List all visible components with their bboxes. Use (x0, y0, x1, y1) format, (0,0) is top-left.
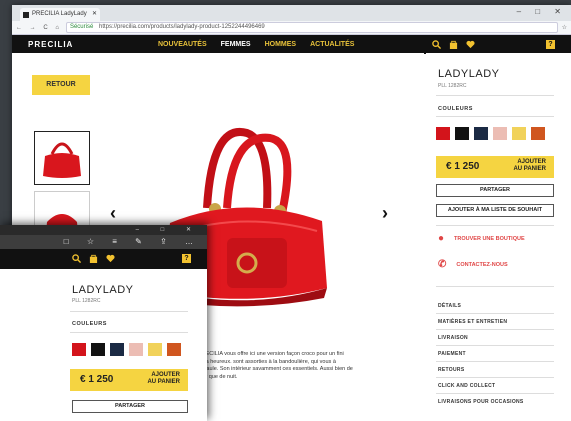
favicon-icon (23, 12, 29, 18)
add-to-cart-line2: AU PANIER (513, 166, 546, 172)
color-swatch-navy[interactable] (110, 343, 124, 356)
product-title: LADYLADY (72, 284, 134, 296)
accordion-returns[interactable]: RETOURS (438, 367, 464, 373)
front-nav-icons (72, 254, 115, 263)
color-swatch-navy[interactable] (474, 127, 488, 140)
share-button[interactable]: PARTAGER (72, 400, 188, 413)
chevron-left-icon[interactable]: ‹ (110, 203, 116, 224)
color-swatch-red[interactable] (72, 343, 86, 356)
color-swatch-yellow[interactable] (148, 343, 162, 356)
bookmark-star-icon[interactable]: ☆ (558, 24, 571, 31)
share-button[interactable]: PARTAGER (436, 184, 554, 197)
divider (70, 311, 188, 312)
url-text: https://precilia.com/products/ladylady-p… (98, 24, 265, 30)
accordion-details[interactable]: DÉTAILS (438, 303, 461, 309)
colors-label: COULEURS (72, 321, 107, 327)
nav-buttons[interactable]: ← → C ⌂ (12, 25, 66, 31)
divider (436, 286, 554, 287)
price: € 1 250 (80, 374, 114, 385)
help-icon[interactable]: ? (546, 40, 555, 49)
color-swatch-black[interactable] (455, 127, 469, 140)
price: € 1 250 (446, 161, 480, 172)
heart-icon[interactable] (466, 40, 475, 49)
menu-item-hommes[interactable]: HOMMES (265, 41, 297, 48)
divider (436, 393, 554, 394)
menu-item-actualites[interactable]: ACTUALITÉS (310, 41, 354, 48)
window-controls[interactable]: – □ ✕ (517, 7, 567, 16)
product-title: LADYLADY (438, 68, 500, 80)
add-to-cart-label: AJOUTER AU PANIER (513, 159, 546, 173)
help-icon[interactable]: ? (182, 254, 191, 263)
bag-thumbnail-image (43, 142, 81, 178)
color-swatch-yellow[interactable] (512, 127, 526, 140)
tab-bar: PRECILIA LadyLady ✕ – □ ✕ (12, 5, 571, 21)
product-panel: LADYLADY PLL 1282RC COULEURS € 1 250 AJO… (426, 53, 571, 421)
divider (436, 361, 554, 362)
bag-icon[interactable] (449, 40, 458, 49)
add-to-cart-label: AJOUTER AU PANIER (147, 372, 180, 386)
address-bar: ← → C ⌂ Sécurisé https://precilia.com/pr… (12, 21, 571, 35)
search-icon[interactable] (432, 40, 441, 49)
contact-link[interactable]: ✆ CONTACTEZ-NOUS (438, 259, 508, 270)
bag-icon[interactable] (89, 254, 98, 263)
chevron-right-icon[interactable]: › (382, 203, 388, 224)
accordion-payment[interactable]: PAIEMENT (438, 351, 466, 357)
product-reference: PLL 1282RC (438, 83, 467, 89)
site-logo[interactable]: PRECILIA (28, 40, 158, 49)
wishlist-button[interactable]: AJOUTER À MA LISTE DE SOUHAIT (436, 204, 554, 217)
color-swatch-red[interactable] (436, 127, 450, 140)
add-to-cart-button[interactable]: € 1 250 AJOUTER AU PANIER (436, 156, 554, 178)
add-to-cart-line1: AJOUTER (151, 372, 180, 378)
menu-item-nouveautes[interactable]: NOUVEAUTÉS (158, 41, 207, 48)
back-button[interactable]: RETOUR (32, 75, 90, 95)
browser-window-front: – □ ✕ □ ☆ ≡ ✎ ⇪ … ? LADYLADY PLL 1282RC … (0, 225, 207, 421)
color-swatch-pink[interactable] (493, 127, 507, 140)
find-store-label: TROUVER UNE BOUTIQUE (454, 235, 525, 242)
close-tab-icon[interactable]: ✕ (92, 8, 97, 21)
divider (436, 329, 554, 330)
thumbnail-1[interactable] (34, 131, 90, 185)
divider (436, 225, 554, 226)
accordion-delivery[interactable]: LIVRAISON (438, 335, 468, 341)
accordion-click-collect[interactable]: CLICK AND COLLECT (438, 383, 495, 389)
contact-label: CONTACTEZ-NOUS (456, 261, 508, 268)
front-product-panel: LADYLADY PLL 1282RC COULEURS € 1 250 AJO… (0, 269, 207, 421)
site-navbar: PRECILIA NOUVEAUTÉS FEMMES HOMMES ACTUAL… (12, 35, 571, 54)
secure-label: Sécurisé (69, 24, 94, 30)
url-input[interactable]: Sécurisé https://precilia.com/products/l… (65, 22, 558, 33)
color-swatch-orange[interactable] (531, 127, 545, 140)
divider (436, 116, 554, 117)
color-swatch-black[interactable] (91, 343, 105, 356)
divider (436, 345, 554, 346)
color-swatch-orange[interactable] (167, 343, 181, 356)
front-site-navbar: ? (0, 249, 207, 269)
phone-icon: ✆ (438, 259, 447, 270)
divider (70, 332, 188, 333)
browser-tab[interactable]: PRECILIA LadyLady ✕ (20, 8, 100, 21)
nav-icons (432, 40, 475, 49)
product-description: PRECILIA vous offre ici une version faço… (198, 351, 353, 380)
add-to-cart-button[interactable]: € 1 250 AJOUTER AU PANIER (70, 369, 188, 391)
front-toolbar-icons[interactable]: □ ☆ ≡ ✎ ⇪ … (64, 237, 201, 246)
product-reference: PLL 1282RC (72, 298, 101, 304)
divider (436, 95, 554, 96)
front-window-controls[interactable]: – □ ✕ (136, 225, 201, 235)
accordion-occasions[interactable]: LIVRAISONS POUR OCCASIONS (438, 399, 524, 405)
add-to-cart-line1: AJOUTER (517, 159, 546, 165)
divider (436, 377, 554, 378)
heart-icon[interactable] (106, 254, 115, 263)
accordion-materials[interactable]: MATIÈRES ET ENTRETIEN (438, 319, 507, 325)
tab-title: PRECILIA LadyLady (32, 11, 87, 17)
color-swatch-pink[interactable] (129, 343, 143, 356)
front-toolbar: □ ☆ ≡ ✎ ⇪ … (0, 235, 207, 249)
menu-item-femmes[interactable]: FEMMES (221, 41, 251, 48)
find-store-link[interactable]: ● TROUVER UNE BOUTIQUE (438, 233, 525, 244)
search-icon[interactable] (72, 254, 81, 263)
main-menu: NOUVEAUTÉS FEMMES HOMMES ACTUALITÉS (158, 41, 354, 48)
colors-label: COULEURS (438, 106, 473, 112)
location-pin-icon: ● (438, 233, 445, 244)
divider (436, 313, 554, 314)
add-to-cart-line2: AU PANIER (147, 379, 180, 385)
front-title-bar: – □ ✕ (0, 225, 207, 235)
